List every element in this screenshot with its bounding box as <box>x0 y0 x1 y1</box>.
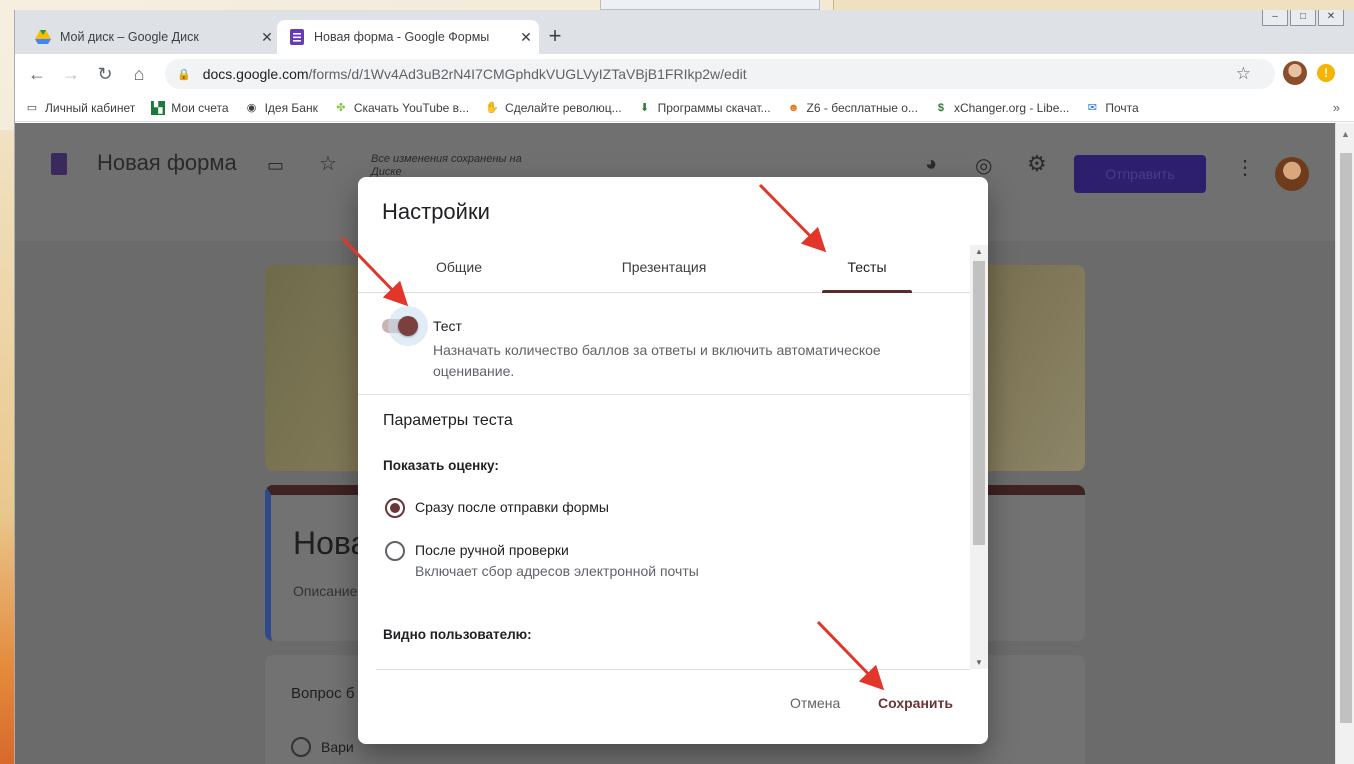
option-manual-description: Включает сбор адресов электронной почты <box>415 563 699 579</box>
new-tab-button[interactable]: + <box>543 25 567 49</box>
quiz-params-heading: Параметры теста <box>383 412 513 429</box>
dialog-title: Настройки <box>382 199 490 224</box>
bookmark-item[interactable]: ✋ Сделайте революц... <box>485 101 621 115</box>
reload-icon[interactable]: ↻ <box>93 62 117 86</box>
quiz-description: Назначать количество баллов за ответы и … <box>433 342 881 379</box>
globe-icon: ◉ <box>246 101 257 114</box>
mail-icon: ✉ <box>1087 101 1097 114</box>
option-manual-label[interactable]: После ручной проверки <box>415 542 569 558</box>
page-icon: ▭ <box>26 101 38 114</box>
preview-eye-icon[interactable]: ◎ <box>975 153 992 178</box>
page-scrollbar[interactable]: ▲ <box>1335 123 1354 764</box>
bookmark-item[interactable]: ▭ Личный кабинет <box>25 101 135 115</box>
bank-icon: ▚ <box>151 100 166 115</box>
close-window-icon[interactable]: ✕ <box>1318 10 1344 26</box>
palette-icon[interactable]: ◕ <box>925 153 937 176</box>
cancel-button[interactable]: Отмена <box>790 695 840 711</box>
bookmark-item[interactable]: ▚ Мои счета <box>151 100 229 115</box>
bookmarks-bar: ▭ Личный кабинет ▚ Мои счета ◉ Ідея Банк ✤ С… <box>15 94 1354 122</box>
settings-tabs: Общие Презентация Тесты <box>358 243 970 293</box>
toolbar: ← → ↻ ⌂ 🔒 docs.google.com /forms/d/1Wv4A… <box>15 54 1354 94</box>
lock-icon: 🔒 <box>177 68 191 81</box>
radio-immediate[interactable] <box>385 498 405 518</box>
settings-dialog: Настройки Общие Презентация Тесты ▲ ▼ Те… <box>358 177 988 744</box>
download-icon: ⬇ <box>640 101 650 114</box>
form-name[interactable]: Новая форма <box>97 150 237 176</box>
background-window <box>833 0 1354 10</box>
tab-title: Новая форма - Google Формы <box>314 30 490 44</box>
star-icon[interactable]: ☆ <box>319 151 337 176</box>
leaf-icon: ✤ <box>336 101 346 114</box>
scroll-up-icon[interactable]: ▲ <box>1341 129 1350 139</box>
quiz-label: Тест <box>433 318 462 334</box>
desktop-edge <box>0 130 14 764</box>
bookmark-item[interactable]: ✤ Скачать YouTube в... <box>334 101 469 115</box>
settings-gear-icon[interactable]: ⚙ <box>1027 151 1047 177</box>
url-path: /forms/d/1Wv4Ad3uB2rN4I7CMGphdkVUGLVyIZT… <box>308 66 747 82</box>
more-bookmarks-icon[interactable]: » <box>1333 100 1340 115</box>
radio-icon <box>291 737 311 757</box>
active-tab-indicator <box>822 290 912 293</box>
toggle-knob <box>398 316 418 336</box>
maximize-icon[interactable]: □ <box>1290 10 1316 26</box>
bookmark-item[interactable]: ✉ Почта <box>1085 101 1139 115</box>
divider <box>376 669 970 670</box>
scroll-down-icon[interactable]: ▼ <box>975 658 983 667</box>
bookmark-item[interactable]: ☻ Z6 - бесплатные о... <box>787 101 918 115</box>
tab-google-forms[interactable]: Новая форма - Google Формы ✕ <box>277 20 539 54</box>
tab-google-drive[interactable]: Мой диск – Google Диск ✕ <box>25 20 280 54</box>
divider <box>358 394 970 395</box>
more-menu-icon[interactable]: ⋮ <box>1235 155 1255 180</box>
dialog-scrollbar[interactable]: ▲ ▼ <box>970 245 988 669</box>
question-title[interactable]: Вопрос б <box>291 685 354 702</box>
tab-quizzes[interactable]: Тесты <box>822 243 912 293</box>
profile-avatar[interactable] <box>1283 61 1307 85</box>
save-button[interactable]: Сохранить <box>878 695 953 711</box>
url-host: docs.google.com <box>202 66 309 82</box>
update-alert-icon[interactable]: ! <box>1317 64 1335 82</box>
visible-to-user-heading: Видно пользователю: <box>383 627 532 642</box>
tab-strip: Мой диск – Google Диск ✕ Новая форма - G… <box>15 10 1354 54</box>
forward-icon[interactable]: → <box>59 62 83 86</box>
quiz-toggle[interactable] <box>382 306 428 346</box>
back-icon[interactable]: ← <box>25 62 49 86</box>
account-avatar[interactable] <box>1275 157 1309 191</box>
bookmark-item[interactable]: ◉ Ідея Банк <box>245 101 318 115</box>
hand-icon: ✋ <box>485 101 499 114</box>
bookmark-item[interactable]: $ xChanger.org - Libe... <box>934 101 1069 115</box>
window-controls: – □ ✕ <box>1262 10 1344 26</box>
scroll-up-icon[interactable]: ▲ <box>975 247 983 256</box>
radio-manual[interactable] <box>385 541 405 561</box>
tab-presentation[interactable]: Презентация <box>594 243 734 293</box>
background-window <box>600 0 820 10</box>
show-grade-heading: Показать оценку: <box>383 458 499 473</box>
home-icon[interactable]: ⌂ <box>127 62 151 86</box>
tab-title: Мой диск – Google Диск <box>60 30 199 44</box>
bookmark-star-icon[interactable]: ☆ <box>1236 59 1251 89</box>
google-drive-icon <box>35 29 51 45</box>
save-status: Все изменения сохранены на Диске <box>371 153 522 178</box>
google-forms-icon <box>289 29 305 45</box>
tab-general[interactable]: Общие <box>402 243 516 293</box>
scrollbar-thumb[interactable] <box>973 261 985 545</box>
form-description[interactable]: Описание <box>293 583 357 599</box>
face-icon: ☻ <box>787 101 800 114</box>
address-bar[interactable]: 🔒 docs.google.com /forms/d/1Wv4Ad3uB2rN4… <box>165 59 1275 89</box>
bookmark-item[interactable]: ⬇ Программы скачат... <box>638 101 771 115</box>
close-tab-icon[interactable]: ✕ <box>513 29 539 46</box>
forms-logo-icon <box>51 153 67 175</box>
dollar-icon: $ <box>937 101 945 114</box>
scrollbar-thumb[interactable] <box>1340 153 1352 723</box>
minimize-icon[interactable]: – <box>1262 10 1288 26</box>
folder-icon[interactable]: ▭ <box>267 155 284 176</box>
question-option[interactable]: Вари <box>291 737 354 757</box>
send-button[interactable]: Отправить <box>1074 155 1206 193</box>
option-immediate-label[interactable]: Сразу после отправки формы <box>415 499 609 515</box>
